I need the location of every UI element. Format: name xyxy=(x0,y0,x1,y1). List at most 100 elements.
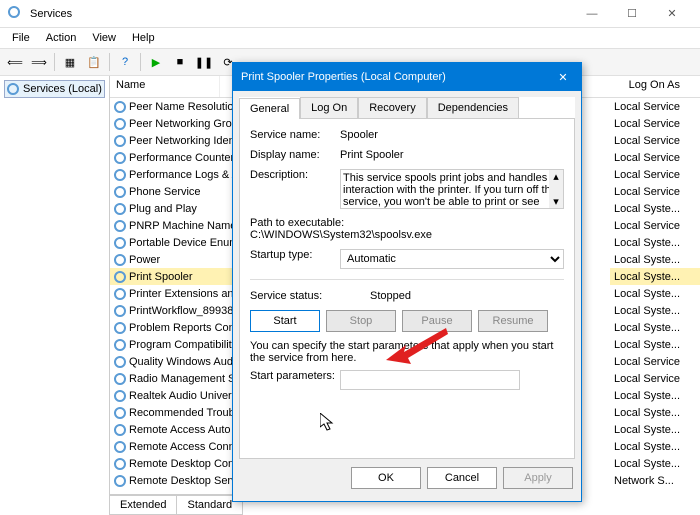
service-name: Printer Extensions and xyxy=(129,288,240,300)
show-hide-button[interactable]: ▦ xyxy=(59,51,81,73)
logon-cell: Network S... xyxy=(610,472,700,489)
dialog-body: Service name: Spooler Display name: Prin… xyxy=(239,119,575,459)
menubar: File Action View Help xyxy=(0,28,700,48)
label-service-name: Service name: xyxy=(250,129,340,141)
start-service-button[interactable]: ▶ xyxy=(145,51,167,73)
service-name: Radio Management Se xyxy=(129,373,242,385)
window-title: Services xyxy=(30,8,572,20)
help-text: You can specify the start parameters tha… xyxy=(250,340,564,364)
tab-general[interactable]: General xyxy=(239,98,300,119)
gear-icon xyxy=(114,339,126,351)
value-service-status: Stopped xyxy=(340,290,564,302)
pause-service-button[interactable]: ❚❚ xyxy=(193,51,215,73)
service-name: Problem Reports Cont xyxy=(129,322,238,334)
gear-icon xyxy=(114,101,126,113)
logon-cell: Local Syste... xyxy=(610,302,700,319)
logon-cell: Local Syste... xyxy=(610,268,700,285)
logon-cell: Local Service xyxy=(610,353,700,370)
gear-icon xyxy=(114,305,126,317)
gear-icon xyxy=(114,203,126,215)
help-button[interactable]: ? xyxy=(114,51,136,73)
start-button[interactable]: Start xyxy=(250,310,320,332)
forward-button[interactable]: ⟹ xyxy=(28,51,50,73)
service-name: Power xyxy=(129,254,160,266)
col-name[interactable]: Name xyxy=(110,76,220,97)
export-button[interactable]: 📋 xyxy=(83,51,105,73)
tab-dependencies[interactable]: Dependencies xyxy=(427,97,519,118)
resume-button: Resume xyxy=(478,310,548,332)
service-name: Peer Name Resolution xyxy=(129,101,240,113)
logon-cell: Local Syste... xyxy=(610,404,700,421)
service-name: Program Compatibility xyxy=(129,339,237,351)
logon-cell: Local Service xyxy=(610,370,700,387)
titlebar: Services — ☐ ✕ xyxy=(0,0,700,28)
tab-logon[interactable]: Log On xyxy=(300,97,358,118)
properties-dialog: Print Spooler Properties (Local Computer… xyxy=(232,62,582,502)
menu-view[interactable]: View xyxy=(84,30,124,46)
service-name: Remote Desktop Conf xyxy=(129,458,237,470)
stop-service-button[interactable]: ■ xyxy=(169,51,191,73)
logon-cell: Local Service xyxy=(610,183,700,200)
ok-button[interactable]: OK xyxy=(351,467,421,489)
apply-button: Apply xyxy=(503,467,573,489)
gear-icon xyxy=(114,220,126,232)
label-description: Description: xyxy=(250,169,340,181)
dialog-close-button[interactable]: ✕ xyxy=(553,71,573,84)
tab-extended[interactable]: Extended xyxy=(109,495,177,515)
tree-root[interactable]: Services (Local) xyxy=(4,80,105,98)
description-box[interactable]: This service spools print jobs and handl… xyxy=(340,169,564,209)
service-name: Remote Access Conn xyxy=(129,441,235,453)
value-service-name: Spooler xyxy=(340,129,564,141)
menu-action[interactable]: Action xyxy=(38,30,85,46)
stop-button: Stop xyxy=(326,310,396,332)
service-name: PNRP Machine Name xyxy=(129,220,236,232)
gear-icon xyxy=(7,83,19,95)
service-name: Phone Service xyxy=(129,186,201,198)
service-name: Quality Windows Audi xyxy=(129,356,235,368)
menu-file[interactable]: File xyxy=(4,30,38,46)
logon-cell: Local Service xyxy=(610,149,700,166)
back-button[interactable]: ⟸ xyxy=(4,51,26,73)
tree-pane: Services (Local) xyxy=(0,76,110,515)
tree-root-label: Services (Local) xyxy=(23,83,102,95)
gear-icon xyxy=(114,288,126,300)
gear-icon xyxy=(114,356,126,368)
logon-cell: Local Syste... xyxy=(610,200,700,217)
logon-cell: Local Syste... xyxy=(610,421,700,438)
service-name: PrintWorkflow_89938 xyxy=(129,305,233,317)
gear-icon xyxy=(114,254,126,266)
logon-cell: Local Service xyxy=(610,166,700,183)
gear-icon xyxy=(114,407,126,419)
pause-button: Pause xyxy=(402,310,472,332)
label-startup-type: Startup type: xyxy=(250,249,340,261)
label-path: Path to executable: xyxy=(250,217,564,229)
service-name: Peer Networking Ident xyxy=(129,135,238,147)
logon-cell: Local Syste... xyxy=(610,319,700,336)
gear-icon xyxy=(114,441,126,453)
startup-type-select[interactable]: Automatic xyxy=(340,249,564,269)
service-name: Plug and Play xyxy=(129,203,197,215)
dialog-titlebar: Print Spooler Properties (Local Computer… xyxy=(233,63,581,91)
label-service-status: Service status: xyxy=(250,290,340,302)
menu-help[interactable]: Help xyxy=(124,30,163,46)
scrollbar[interactable]: ▴▾ xyxy=(549,170,563,208)
tab-recovery[interactable]: Recovery xyxy=(358,97,426,118)
value-display-name: Print Spooler xyxy=(340,149,564,161)
gear-icon xyxy=(114,169,126,181)
bottom-tabs: Extended Standard xyxy=(110,494,243,515)
logon-cell: Local Syste... xyxy=(610,336,700,353)
dialog-tabs: General Log On Recovery Dependencies xyxy=(239,97,575,119)
close-button[interactable]: ✕ xyxy=(652,0,692,28)
services-icon xyxy=(8,6,24,22)
minimize-button[interactable]: — xyxy=(572,0,612,28)
value-description: This service spools print jobs and handl… xyxy=(343,172,559,209)
cancel-button[interactable]: Cancel xyxy=(427,467,497,489)
gear-icon xyxy=(114,322,126,334)
maximize-button[interactable]: ☐ xyxy=(612,0,652,28)
gear-icon xyxy=(114,186,126,198)
logon-cell: Local Syste... xyxy=(610,285,700,302)
service-name: Remote Desktop Servi xyxy=(129,475,239,487)
start-params-input[interactable] xyxy=(340,370,520,390)
gear-icon xyxy=(114,237,126,249)
gear-icon xyxy=(114,271,126,283)
